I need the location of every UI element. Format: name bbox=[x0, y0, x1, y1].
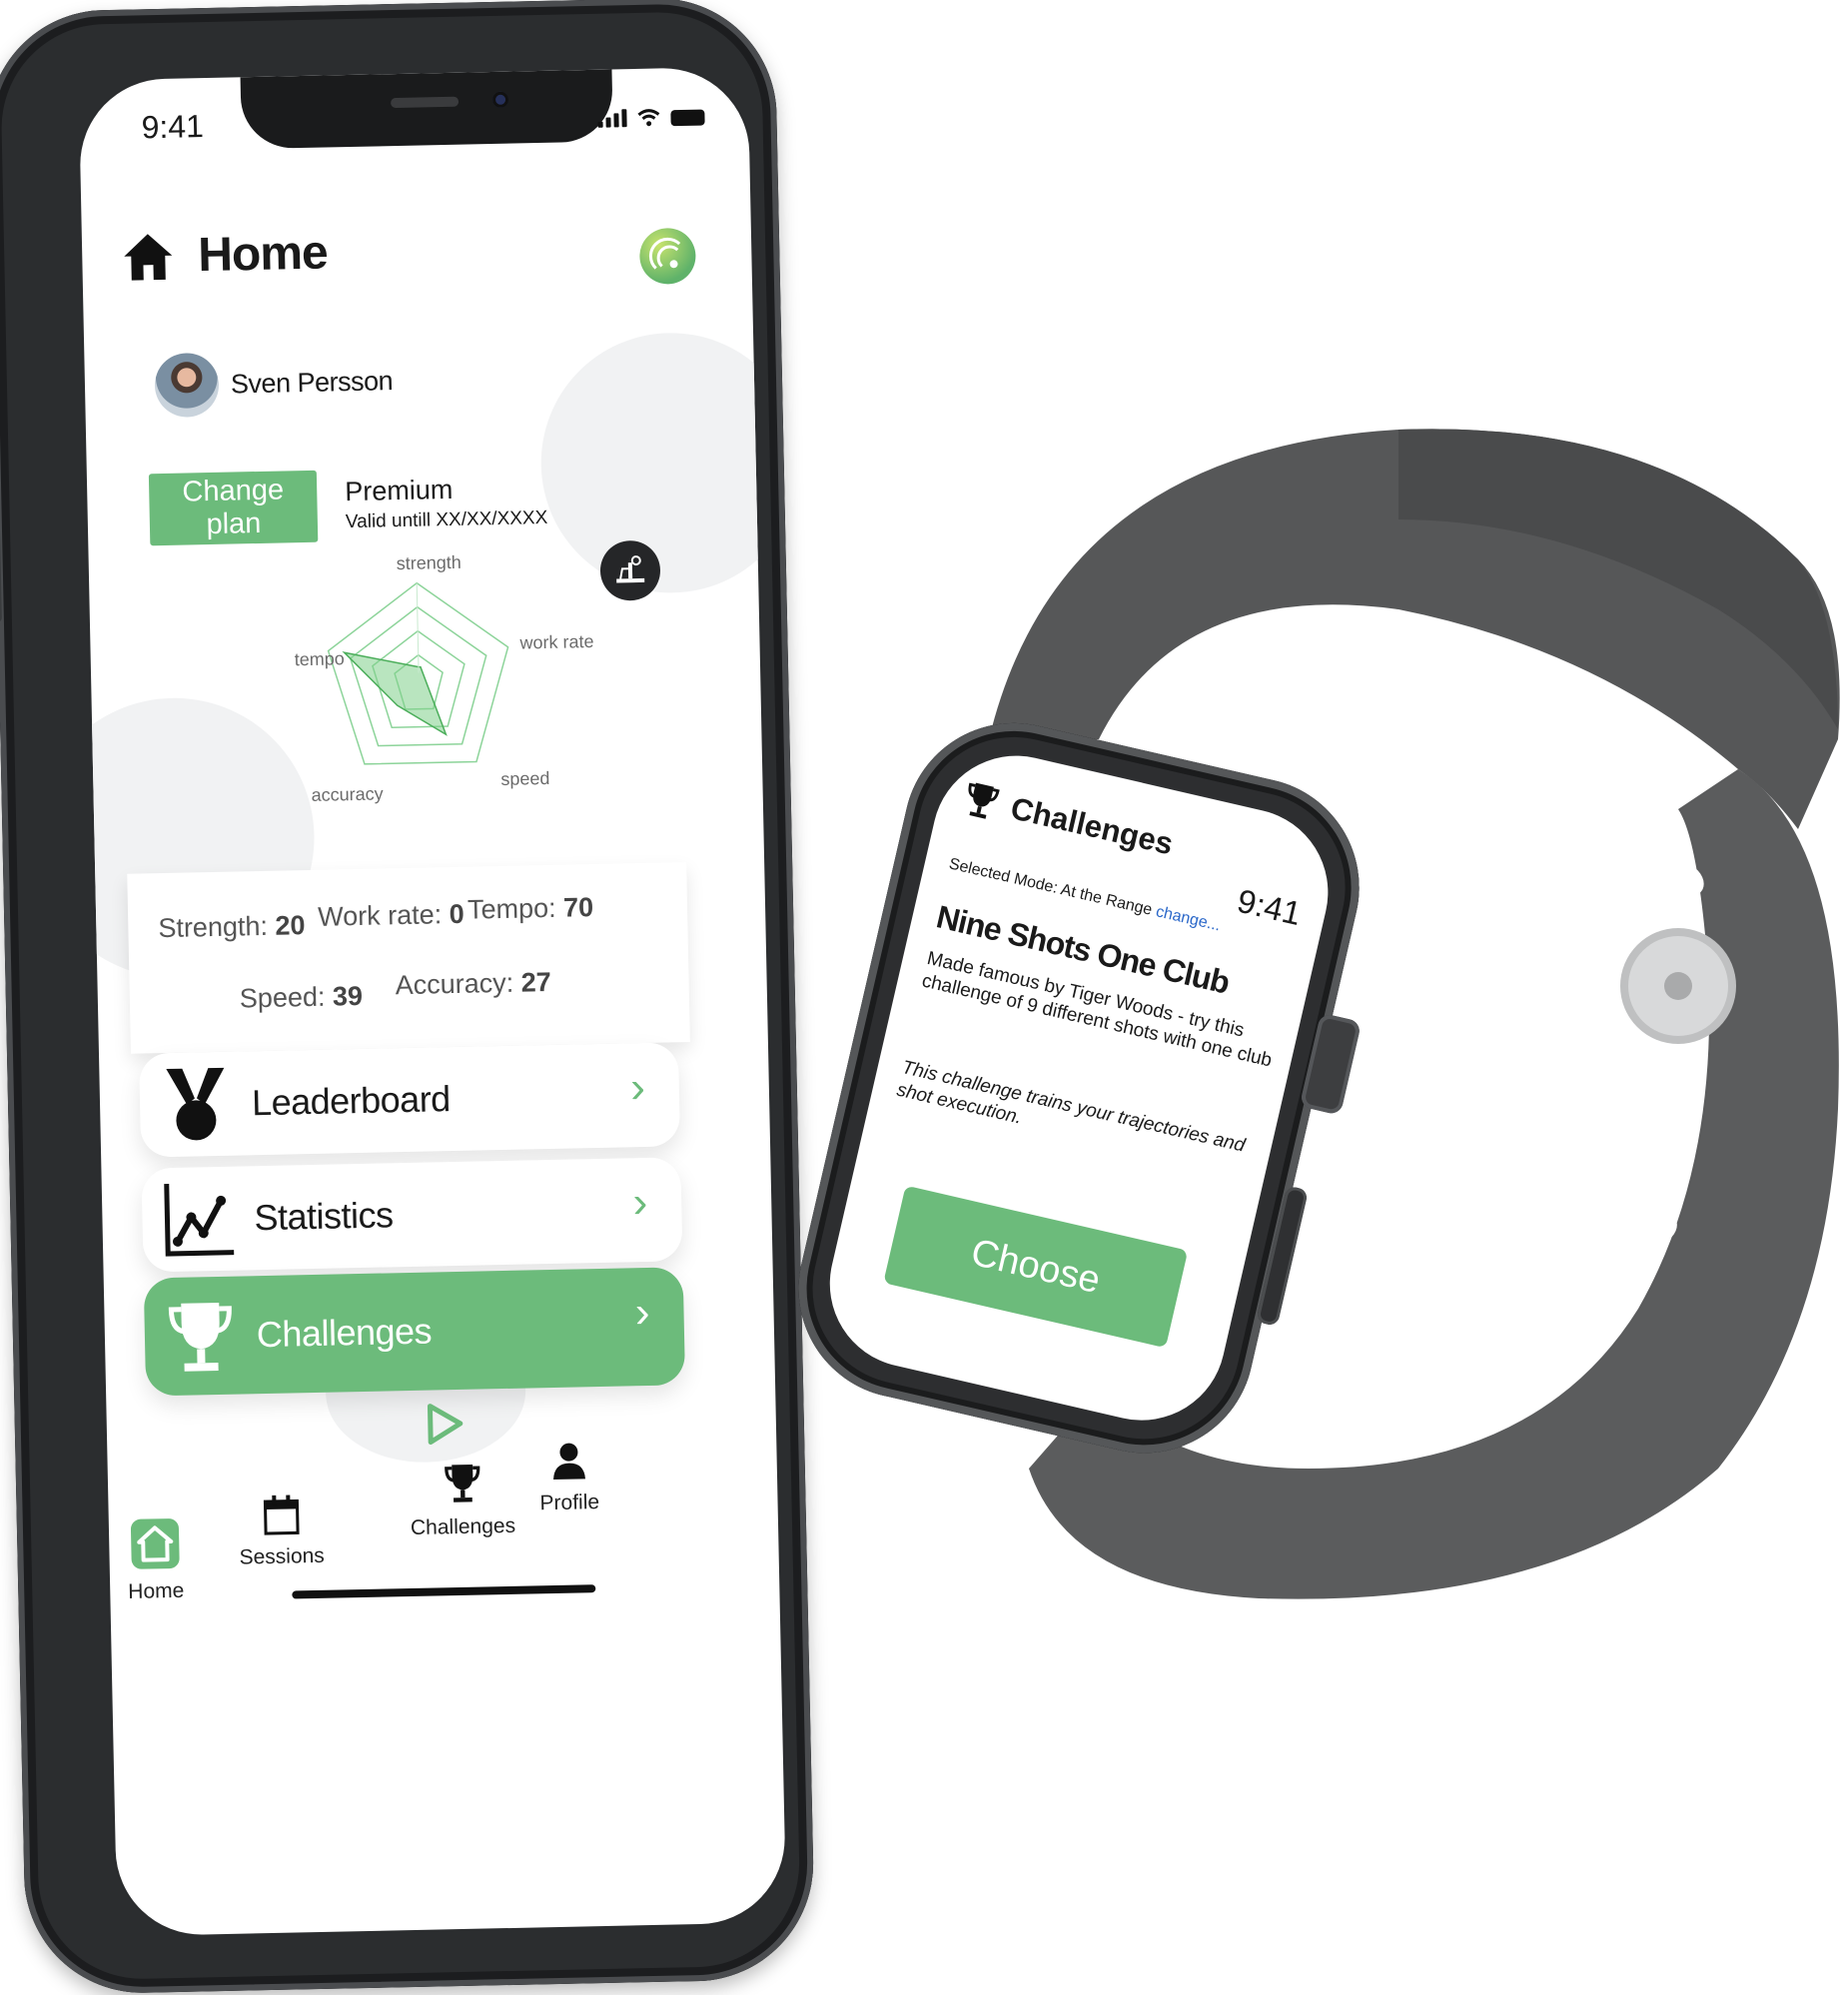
page-header: Home bbox=[122, 225, 328, 284]
notch bbox=[240, 69, 613, 150]
radar-svg bbox=[327, 581, 509, 765]
stat-accuracy: Accuracy: 27 bbox=[395, 967, 551, 1001]
play-icon bbox=[427, 1404, 463, 1446]
stat-speed-value: 39 bbox=[332, 980, 364, 1012]
user-name: Sven Persson bbox=[230, 365, 394, 400]
calendar-icon bbox=[263, 1495, 300, 1535]
watch-time: 9:41 bbox=[1234, 881, 1306, 933]
chevron-right-icon: › bbox=[629, 1063, 646, 1113]
signal-icon bbox=[597, 109, 627, 128]
chart-icon bbox=[158, 1179, 240, 1261]
stat-tempo-value: 70 bbox=[562, 892, 594, 923]
change-mode-link[interactable]: change... bbox=[1154, 903, 1222, 934]
home-icon bbox=[130, 1518, 180, 1569]
menu-label-leaderboard: Leaderboard bbox=[251, 1078, 452, 1124]
challenge-note: This challenge trains your trajectories … bbox=[894, 1057, 1248, 1157]
page-title: Home bbox=[197, 226, 329, 283]
wifi-icon bbox=[637, 109, 660, 127]
front-camera bbox=[491, 91, 509, 108]
stat-work-rate-value: 0 bbox=[449, 898, 465, 930]
radar-label-work-rate: work rate bbox=[519, 630, 594, 653]
chevron-right-icon: › bbox=[634, 1287, 651, 1338]
tab-home[interactable]: Home bbox=[127, 1517, 185, 1604]
tab-bar: Home Sessions Challenges Profile bbox=[108, 1443, 780, 1628]
tab-profile[interactable]: Profile bbox=[538, 1441, 599, 1515]
tab-sessions[interactable]: Sessions bbox=[238, 1493, 325, 1570]
radar-label-strength: strength bbox=[396, 551, 462, 574]
change-plan-button[interactable]: Change plan bbox=[148, 470, 319, 546]
golf-logo-icon[interactable] bbox=[638, 227, 696, 285]
radar-label-accuracy: accuracy bbox=[311, 783, 384, 805]
stat-speed-label: Speed: bbox=[239, 981, 326, 1014]
watch-header: Challenges bbox=[960, 777, 1177, 864]
trophy-icon bbox=[968, 782, 1000, 819]
radar-label-speed: speed bbox=[500, 767, 550, 789]
trophy-icon bbox=[160, 1297, 242, 1379]
menu-label-challenges: Challenges bbox=[256, 1310, 433, 1356]
stat-strength: Strength: 20 bbox=[158, 910, 306, 944]
status-icons bbox=[597, 108, 705, 128]
home-icon bbox=[124, 233, 173, 281]
menu-item-statistics[interactable]: Statistics › bbox=[141, 1157, 683, 1273]
medal-icon bbox=[155, 1064, 237, 1146]
phone-screen: 9:41 Home Sven Persson Change plan Premi… bbox=[78, 66, 787, 1937]
stats-card: Strength: 20 Work rate: 0 Tempo: 70 Spee… bbox=[127, 862, 690, 1054]
tab-label-home: Home bbox=[128, 1578, 185, 1603]
stat-accuracy-label: Accuracy: bbox=[395, 967, 514, 1001]
stat-work-rate: Work rate: 0 bbox=[318, 899, 464, 933]
user-profile[interactable]: Sven Persson bbox=[154, 349, 394, 419]
speaker bbox=[391, 96, 460, 109]
battery-icon bbox=[670, 109, 705, 127]
stat-work-rate-label: Work rate: bbox=[317, 899, 443, 932]
menu-item-leaderboard[interactable]: Leaderboard › bbox=[139, 1042, 681, 1158]
plan-valid-until: Valid untill XX/XX/XXXX bbox=[345, 506, 548, 533]
tab-label-challenges: Challenges bbox=[410, 1513, 516, 1540]
plan-info: Premium Valid untill XX/XX/XXXX bbox=[345, 473, 548, 533]
tab-challenges[interactable]: Challenges bbox=[410, 1461, 516, 1540]
menu-item-challenges[interactable]: Challenges › bbox=[143, 1267, 686, 1397]
choose-button[interactable]: Choose bbox=[883, 1185, 1189, 1349]
tab-label-sessions: Sessions bbox=[239, 1543, 326, 1569]
stat-tempo: Tempo: 70 bbox=[467, 892, 594, 926]
skill-radar-chart: strength work rate speed accuracy tempo bbox=[197, 548, 642, 837]
user-icon bbox=[552, 1443, 585, 1481]
chevron-right-icon: › bbox=[632, 1177, 648, 1228]
stat-strength-value: 20 bbox=[275, 910, 306, 941]
tab-label-profile: Profile bbox=[539, 1491, 600, 1515]
play-button[interactable] bbox=[424, 1402, 464, 1452]
trophy-icon bbox=[444, 1465, 479, 1502]
avatar[interactable] bbox=[154, 352, 220, 419]
stat-accuracy-value: 27 bbox=[520, 966, 552, 998]
status-time: 9:41 bbox=[141, 108, 205, 146]
radar-label-tempo: tempo bbox=[294, 648, 346, 670]
plan-name: Premium bbox=[344, 474, 454, 507]
smartphone: 9:41 Home Sven Persson Change plan Premi… bbox=[0, 0, 816, 1995]
stat-speed: Speed: 39 bbox=[240, 981, 364, 1015]
watch-title: Challenges bbox=[1007, 790, 1177, 862]
menu-label-statistics: Statistics bbox=[254, 1194, 394, 1239]
stat-tempo-label: Tempo: bbox=[466, 892, 556, 925]
stat-strength-label: Strength: bbox=[158, 910, 269, 944]
